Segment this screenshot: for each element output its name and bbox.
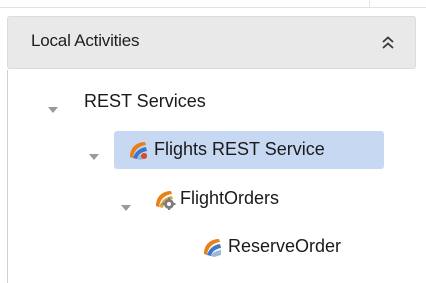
expand-arrow-icon[interactable] [48, 100, 58, 113]
toolbar-separator [369, 0, 370, 7]
tree-item-label: REST Services [84, 91, 206, 111]
resource-gear-icon [154, 188, 176, 211]
top-toolbar-strip [0, 0, 426, 8]
panel-left-border [7, 70, 8, 283]
rest-service-icon [127, 139, 149, 161]
local-activities-header[interactable]: Local Activities [7, 16, 416, 69]
tree-item-label: FlightOrders [180, 188, 280, 208]
tree-item-label: ReserveOrder [228, 236, 342, 256]
double-chevron-up-icon[interactable] [379, 34, 397, 52]
tree-item-label: Flights REST Service [154, 139, 325, 159]
operation-icon [201, 236, 223, 258]
expand-arrow-icon[interactable] [89, 147, 99, 160]
panel-title: Local Activities [31, 31, 140, 50]
expand-arrow-icon[interactable] [121, 198, 131, 211]
